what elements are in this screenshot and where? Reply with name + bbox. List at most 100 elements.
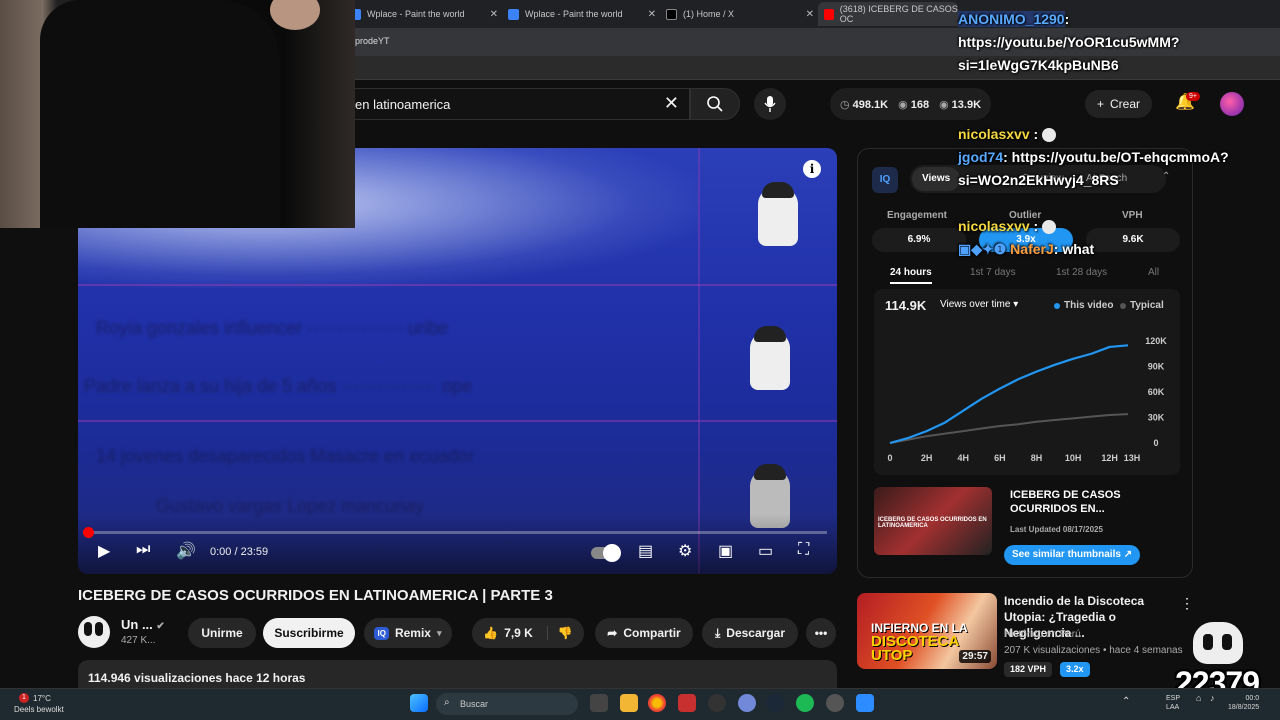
share-button[interactable]: ➦ Compartir xyxy=(595,618,693,648)
tray-chevron-icon[interactable]: ⌃ xyxy=(1122,697,1130,707)
y-tick-label: 60K xyxy=(1148,387,1165,397)
profile-text: prodeYT xyxy=(355,36,390,46)
tab-label: (1) Home / X xyxy=(683,9,735,19)
chat-text: : xyxy=(1033,218,1039,234)
views-chart: 114.9K Views over time ▾ This video Typi… xyxy=(874,289,1180,475)
voice-search-button[interactable] xyxy=(754,88,786,120)
clear-search-icon[interactable]: ✕ xyxy=(664,93,679,114)
task-view-icon[interactable] xyxy=(590,694,608,712)
search-button[interactable] xyxy=(690,88,740,120)
join-button[interactable]: Unirme xyxy=(188,618,256,648)
spotify-icon[interactable] xyxy=(796,694,814,712)
character-figure xyxy=(750,326,790,390)
windows-start-icon[interactable] xyxy=(410,694,428,712)
range-24h[interactable]: 24 hours xyxy=(890,267,932,284)
remix-button[interactable]: IQ Remix ▾ xyxy=(364,618,452,648)
download-button[interactable]: ⤓ Descargar xyxy=(702,618,798,648)
x-tick-label: 12H xyxy=(1101,453,1118,463)
tab-x-home[interactable]: (1) Home / X ✕ xyxy=(666,2,814,26)
more-vertical-icon[interactable]: ⋮ xyxy=(1180,595,1194,612)
tab-views[interactable]: Views xyxy=(912,167,961,191)
external-link-icon: ↗ xyxy=(1123,549,1133,560)
subtitles-icon[interactable]: ▤ xyxy=(638,541,653,561)
range-7d[interactable]: 1st 7 days xyxy=(970,267,1016,278)
more-horizontal-icon: ••• xyxy=(814,626,828,640)
chevron-down-icon: ▾ xyxy=(436,627,442,638)
autoplay-toggle[interactable] xyxy=(591,544,621,562)
speaker-icon[interactable]: ♪ xyxy=(1210,694,1215,703)
settings-gear-icon[interactable]: ⚙ xyxy=(678,541,692,561)
x-tick-label: 10H xyxy=(1065,453,1082,463)
chat-overlay: ANONIMO_1290: https://youtu.be/YoOR1cu5w… xyxy=(958,8,1278,261)
y-tick-label: 0 xyxy=(1153,438,1158,448)
subscribe-button[interactable]: Suscribirme xyxy=(263,618,355,648)
app-icon[interactable] xyxy=(678,694,696,712)
views-and-date: 114.946 visualizaciones hace 12 horas xyxy=(88,671,306,685)
range-all[interactable]: All xyxy=(1148,267,1159,278)
share-label: Compartir xyxy=(623,626,681,640)
miniplayer-icon[interactable]: ▣ xyxy=(718,541,733,561)
character-figure xyxy=(758,182,798,246)
thumbs-down-icon[interactable]: 👎 xyxy=(546,626,573,640)
see-similar-thumbnails-button[interactable]: See similar thumbnails ↗ xyxy=(1004,545,1141,565)
thumbnail-caption: ICEBERG DE CASOS OCURRIDOS EN LATINOAMER… xyxy=(878,517,987,529)
theater-mode-icon[interactable]: ▭ xyxy=(758,541,773,561)
chat-message: jgod74: https://youtu.be/OT-ehqcmmoA?si=… xyxy=(958,146,1278,192)
video-title: ICEBERG DE CASOS OCURRIDOS EN LATINOAMER… xyxy=(78,587,553,604)
tab-label: Wplace - Paint the world xyxy=(367,9,465,19)
screen: Wplace - Paint the world ✕ Wplace - Pain… xyxy=(0,0,1280,720)
more-actions-button[interactable]: ••• xyxy=(806,618,836,648)
recommended-channel[interactable]: Histórico en Perú xyxy=(1004,629,1081,640)
language-indicator[interactable]: ESP LAA xyxy=(1166,694,1180,712)
file-explorer-icon[interactable] xyxy=(620,694,638,712)
recommended-meta: 207 K visualizaciones • hace 4 semanas xyxy=(1004,645,1183,656)
network-icon[interactable]: ⌂ xyxy=(1196,694,1201,703)
info-icon[interactable]: i xyxy=(803,160,821,178)
metric-label-engagement: Engagement xyxy=(887,210,948,221)
vph-badge: 182 VPH xyxy=(1004,662,1053,677)
tab-label: Wplace - Paint the world xyxy=(525,9,623,19)
progress-bar[interactable] xyxy=(83,527,827,538)
stat-views: ◷ 498.1K xyxy=(840,98,889,111)
x-tick-label: 2H xyxy=(921,453,933,463)
chrome-icon[interactable] xyxy=(648,694,666,712)
skull-logo-icon xyxy=(1193,622,1243,664)
play-icon[interactable]: ▶ xyxy=(98,541,110,561)
tab-wplace-1[interactable]: Wplace - Paint the world ✕ xyxy=(350,2,498,26)
recommended-thumbnail[interactable]: INFIERNO EN LA DISCOTECA UTOP 29:57 xyxy=(857,593,997,669)
chat-user: nicolasxvv xyxy=(958,126,1030,142)
close-icon[interactable]: ✕ xyxy=(490,9,498,20)
tab-label: (3618) ICEBERG DE CASOS OC xyxy=(839,4,958,24)
badge-icons: ▣◆✦❶ xyxy=(958,241,1007,257)
search-input[interactable]: en latinoamerica ✕ xyxy=(340,88,690,120)
weather-alert-badge: 1 xyxy=(19,693,29,703)
chat-message: ANONIMO_1290: https://youtu.be/YoOR1cu5w… xyxy=(958,8,1278,77)
next-icon[interactable]: ⏭ xyxy=(136,541,150,559)
taskbar-search[interactable]: Buscar xyxy=(436,693,578,715)
progress-scrubber[interactable] xyxy=(83,527,94,538)
fullscreen-icon[interactable]: ⛶ xyxy=(798,541,809,559)
tab-iceberg[interactable]: (3618) ICEBERG DE CASOS OC xyxy=(818,2,958,26)
share-icon: ➦ xyxy=(607,626,618,640)
x-logo-icon xyxy=(666,8,677,20)
channel-name[interactable]: Un ... ✔ xyxy=(121,617,165,632)
channel-avatar[interactable] xyxy=(78,616,110,648)
close-icon[interactable]: ✕ xyxy=(806,9,814,20)
thumbs-up-icon[interactable]: 👍 xyxy=(483,626,498,640)
steam-icon[interactable] xyxy=(766,694,784,712)
obs-icon[interactable] xyxy=(708,694,726,712)
volume-icon[interactable]: 🔊 xyxy=(176,541,196,561)
notepad-icon[interactable] xyxy=(856,694,874,712)
verified-icon: ✔ xyxy=(156,621,165,632)
vidiq-logo: IQ xyxy=(872,167,898,193)
app-icon[interactable] xyxy=(826,694,844,712)
discord-icon[interactable] xyxy=(738,694,756,712)
video-blurred-text: Padre lanza a su hija de 5 años ········… xyxy=(84,376,473,396)
clock[interactable]: 00:0 18/8/2025 xyxy=(1228,694,1259,712)
metric-engagement: 6.9% xyxy=(872,228,966,252)
video-blurred-text: Royia gonzales influencer ··············… xyxy=(96,318,449,338)
close-icon[interactable]: ✕ xyxy=(648,9,656,20)
weather-desc: Deels bewolkt xyxy=(14,705,64,714)
tab-wplace-2[interactable]: Wplace - Paint the world ✕ xyxy=(508,2,656,26)
range-28d[interactable]: 1st 28 days xyxy=(1056,267,1107,278)
